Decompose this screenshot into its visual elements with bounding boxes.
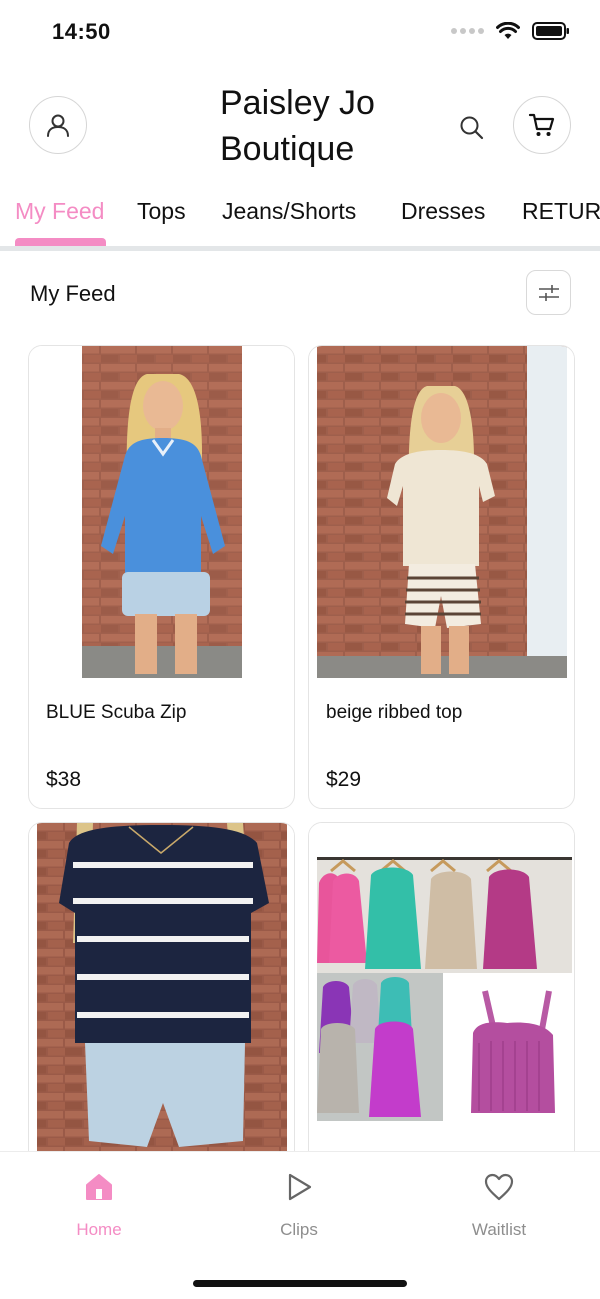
- product-name: BLUE Scuba Zip: [46, 702, 187, 723]
- brand-title: Paisley Jo Boutique: [220, 80, 420, 172]
- user-icon: [47, 114, 69, 137]
- profile-button[interactable]: [29, 96, 87, 154]
- battery-icon: [532, 22, 569, 40]
- filter-button[interactable]: [526, 270, 571, 315]
- brand-title-line1: Paisley Jo: [220, 84, 375, 122]
- search-button[interactable]: [452, 108, 492, 148]
- category-tabs: My Feed Tops Jeans/Shorts Dresses RETURN: [0, 190, 600, 248]
- product-card[interactable]: [28, 822, 295, 1202]
- heart-icon: [484, 1173, 514, 1201]
- product-image[interactable]: [309, 823, 574, 1155]
- brand-title-line2: Boutique: [220, 130, 355, 168]
- home-indicator: [193, 1280, 407, 1287]
- product-card[interactable]: beige ribbed top $29: [308, 345, 575, 809]
- wifi-icon: [496, 22, 520, 39]
- product-image[interactable]: [29, 346, 294, 678]
- tabs-divider: [0, 246, 600, 251]
- cart-button[interactable]: [513, 96, 571, 154]
- status-icons: [451, 22, 570, 40]
- tab-my-feed[interactable]: My Feed: [15, 198, 104, 225]
- search-icon: [460, 116, 484, 140]
- product-price: $29: [326, 768, 362, 791]
- nav-home-label: Home: [76, 1220, 122, 1239]
- product-card[interactable]: [308, 822, 575, 1202]
- app-header: Paisley Jo Boutique: [0, 78, 600, 174]
- status-time: 14:50: [52, 19, 111, 44]
- product-price: $38: [46, 768, 82, 791]
- nav-waitlist-label: Waitlist: [471, 1220, 527, 1239]
- product-image[interactable]: [29, 823, 294, 1155]
- nav-clips[interactable]: Clips: [239, 1170, 359, 1240]
- product-card[interactable]: BLUE Scuba Zip $38: [28, 345, 295, 809]
- tab-jeans-shorts[interactable]: Jeans/Shorts: [222, 198, 356, 225]
- tab-dresses[interactable]: Dresses: [401, 198, 485, 225]
- home-icon: [86, 1174, 112, 1200]
- nav-clips-label: Clips: [280, 1220, 318, 1239]
- tab-active-indicator: [15, 238, 106, 246]
- bottom-nav: Home Clips Waitlist: [0, 1151, 600, 1299]
- status-bar: 14:50: [0, 0, 600, 66]
- product-name: beige ribbed top: [326, 702, 463, 723]
- sliders-icon: [538, 284, 559, 301]
- play-icon: [288, 1173, 312, 1201]
- cart-icon: [528, 113, 555, 136]
- nav-home[interactable]: Home: [39, 1170, 159, 1240]
- tab-tops[interactable]: Tops: [137, 198, 186, 225]
- feed-title: My Feed: [30, 281, 116, 306]
- product-image[interactable]: [309, 346, 574, 678]
- tab-returns[interactable]: RETURN: [522, 198, 600, 225]
- nav-waitlist[interactable]: Waitlist: [439, 1170, 559, 1240]
- signal-icon: [451, 28, 484, 34]
